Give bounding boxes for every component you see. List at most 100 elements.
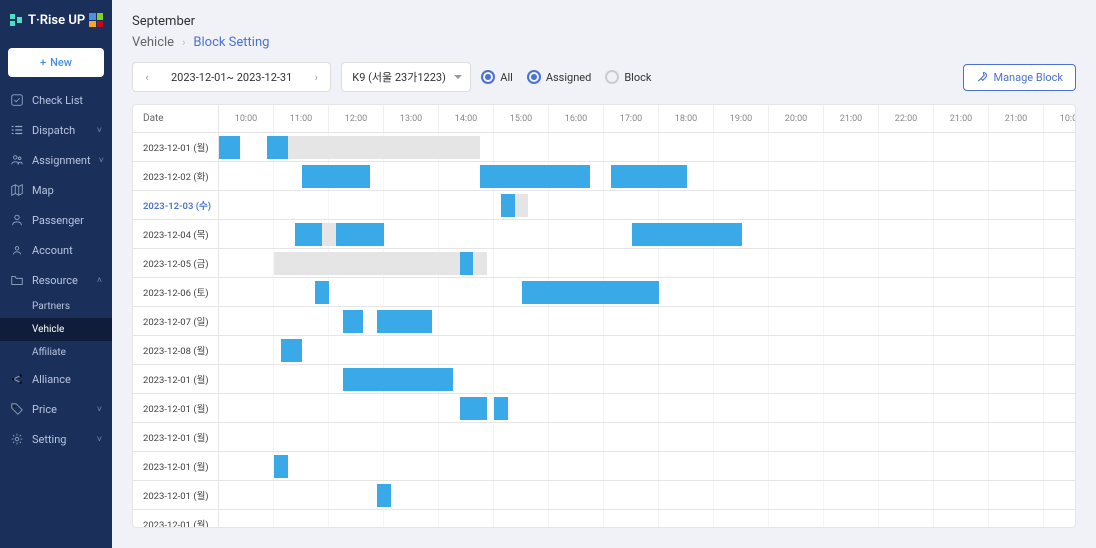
month-label: September (132, 14, 1076, 29)
subnav-partners[interactable]: Partners (0, 295, 112, 318)
toolbar: ‹ 2023-12-01~ 2023-12-31 › K9 (서울 23가122… (132, 62, 1076, 92)
chevron-right-icon: › (182, 36, 185, 49)
assigned-bar[interactable] (295, 223, 384, 246)
person-icon (10, 213, 24, 227)
timeline[interactable] (219, 365, 1075, 393)
assigned-bar[interactable] (611, 165, 687, 188)
assigned-bar[interactable] (501, 194, 515, 217)
timeline[interactable] (219, 307, 1075, 335)
timeline[interactable] (219, 133, 1075, 161)
row-date: 2023-12-01 (월) (133, 394, 219, 422)
chevron-down-icon: ˅ (97, 434, 102, 445)
row-date: 2023-12-06 (토) (133, 278, 219, 306)
manage-block-button[interactable]: Manage Block (963, 64, 1076, 91)
subnav-affiliate[interactable]: Affiliate (0, 341, 112, 364)
breadcrumb-parent[interactable]: Vehicle (132, 35, 174, 50)
chevron-down-icon: ˅ (97, 125, 102, 136)
nav-label: Passenger (32, 214, 84, 227)
time-header: 20:00 (769, 105, 824, 132)
assigned-bar[interactable] (494, 397, 508, 420)
date-range-text: 2023-12-01~ 2023-12-31 (161, 71, 302, 84)
timeline[interactable] (219, 191, 1075, 219)
radio-assigned[interactable]: Assigned (527, 70, 592, 84)
nav-setting[interactable]: Setting ˅ (0, 424, 112, 454)
assigned-bar[interactable] (343, 368, 453, 391)
new-button[interactable]: + New (8, 48, 104, 77)
nav-list: Check List Dispatch˅Assignment˅Map Passeng… (0, 85, 112, 454)
block-bar[interactable] (288, 136, 481, 159)
timeline[interactable] (219, 510, 1075, 527)
nav-label: Resource (32, 274, 78, 287)
assigned-bar[interactable] (281, 339, 302, 362)
radio-label: Assigned (546, 71, 592, 84)
block-bar[interactable] (274, 252, 487, 275)
assigned-bar[interactable] (219, 136, 240, 159)
assigned-bar[interactable] (460, 397, 488, 420)
radio-block[interactable]: Block (605, 70, 651, 84)
time-header: 16:00 (549, 105, 604, 132)
nav-label: Setting (32, 433, 67, 446)
block-bar[interactable] (515, 194, 529, 217)
schedule-row: 2023-12-05 (금) (133, 249, 1075, 278)
assigned-bar[interactable] (480, 165, 590, 188)
vehicle-select-label: K9 (서울 23가1223) (352, 69, 446, 85)
timeline[interactable] (219, 162, 1075, 190)
nav-dispatch[interactable]: Dispatch˅ (0, 115, 112, 145)
schedule-row: 2023-12-01 (월) (133, 481, 1075, 510)
grid-header: Date 10:0011:0012:0013:0014:0015:0016:00… (133, 105, 1075, 133)
timeline[interactable] (219, 336, 1075, 364)
assigned-bar[interactable] (315, 281, 329, 304)
schedule-row: 2023-12-02 (화) (133, 162, 1075, 191)
date-range-picker[interactable]: ‹ 2023-12-01~ 2023-12-31 › (132, 62, 331, 92)
nav-resource[interactable]: Resource˄ (0, 265, 112, 295)
assigned-bar[interactable] (274, 455, 288, 478)
timeline[interactable] (219, 481, 1075, 509)
timeline[interactable] (219, 278, 1075, 306)
assigned-bar[interactable] (460, 252, 474, 275)
radio-all[interactable]: All (481, 70, 513, 84)
timeline[interactable] (219, 452, 1075, 480)
schedule-row: 2023-12-01 (월) (133, 452, 1075, 481)
schedule-row: 2023-12-01 (월) (133, 510, 1075, 527)
assigned-bar[interactable] (343, 310, 364, 333)
nav-price[interactable]: Price˅ (0, 394, 112, 424)
brand-text: T·Rise UP (28, 13, 85, 28)
main-content: September Vehicle › Block Setting ‹ 2023… (112, 0, 1096, 548)
nav-account[interactable]: Account (0, 235, 112, 265)
timeline[interactable] (219, 249, 1075, 277)
date-column-header: Date (133, 105, 219, 132)
assigned-bar[interactable] (267, 136, 288, 159)
next-button[interactable]: › (302, 63, 330, 91)
block-bar[interactable] (322, 223, 336, 246)
nav-alliance[interactable]: Alliance (0, 364, 112, 394)
grid-body[interactable]: 2023-12-01 (월)2023-12-02 (화)2023-12-03 (… (133, 133, 1075, 527)
users-icon (10, 153, 24, 167)
list-icon (10, 123, 24, 137)
row-date: 2023-12-02 (화) (133, 162, 219, 190)
subnav-vehicle[interactable]: Vehicle (0, 318, 112, 341)
time-header: 22:00 (879, 105, 934, 132)
row-date: 2023-12-01 (월) (133, 452, 219, 480)
prev-button[interactable]: ‹ (133, 63, 161, 91)
nav-passenger[interactable]: Passenger (0, 205, 112, 235)
nav-assignment[interactable]: Assignment˅ (0, 145, 112, 175)
assigned-bar[interactable] (302, 165, 371, 188)
timeline[interactable] (219, 423, 1075, 451)
row-date: 2023-12-01 (월) (133, 481, 219, 509)
nav-map[interactable]: Map (0, 175, 112, 205)
vehicle-select[interactable]: K9 (서울 23가1223) (341, 62, 471, 92)
time-header: 14:00 (439, 105, 494, 132)
timeline[interactable] (219, 394, 1075, 422)
assigned-bar[interactable] (522, 281, 660, 304)
breadcrumb: Vehicle › Block Setting (132, 35, 1076, 50)
assigned-bar[interactable] (632, 223, 742, 246)
timeline[interactable] (219, 220, 1075, 248)
schedule-row: 2023-12-04 (목) (133, 220, 1075, 249)
assigned-bar[interactable] (377, 484, 391, 507)
time-headers: 10:0011:0012:0013:0014:0015:0016:0017:00… (219, 105, 1075, 132)
nav-check-list[interactable]: Check List (0, 85, 112, 115)
map-icon (10, 183, 24, 197)
assigned-bar[interactable] (377, 310, 432, 333)
row-date: 2023-12-01 (월) (133, 510, 219, 527)
nav-label: Check List (32, 94, 83, 107)
